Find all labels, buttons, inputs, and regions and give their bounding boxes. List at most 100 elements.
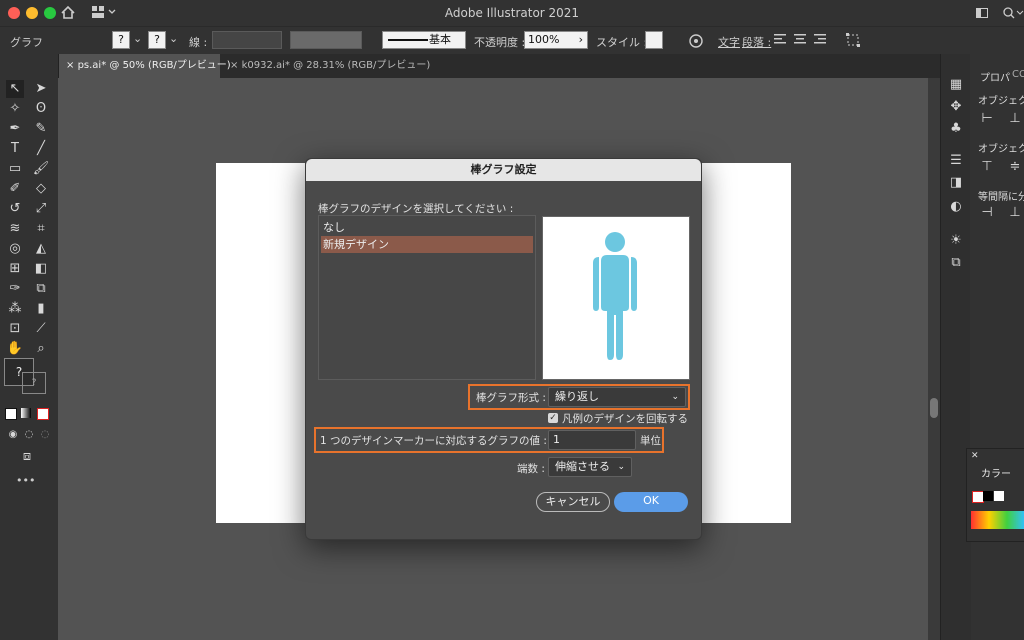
white-swatch[interactable] [994,491,1004,501]
column-design-dialog: 棒グラフ設定 棒グラフのデザインを選択してください : なし 新規デザイン 棒グ… [305,158,702,540]
graphic-styles-icon[interactable]: ⧉ [947,254,965,272]
control-bar: グラフ ? ⌄ ? ⌄ 線 : 基本 不透明度 : 100% › スタイル : 文… [0,26,1024,56]
brush-style-label: 基本 [429,33,451,46]
color-spectrum[interactable] [971,511,1024,529]
stroke-weight-input[interactable] [212,31,282,49]
stroke-swatch[interactable]: ? [148,31,166,49]
search-icon[interactable] [1002,6,1024,20]
symbol-sprayer-tool-icon[interactable]: ⁂ [6,300,24,318]
paragraph-panel-link[interactable]: 段落 : [742,34,771,50]
stroke-dropdown-chevron-icon[interactable]: ⌄ [169,32,178,45]
appearance-panel-icon[interactable]: ☀ [947,232,965,250]
opacity-arrow-icon[interactable]: › [579,32,583,48]
tab-properties[interactable]: プロパ [980,69,1010,84]
transparency-panel-icon[interactable]: ◐ [947,198,965,216]
curvature-tool-icon[interactable]: ✎ [32,120,50,138]
fraction-select[interactable]: 伸縮させる ⌄ [548,457,632,477]
rectangle-tool-icon[interactable]: ▭ [6,160,24,178]
draw-inside-icon[interactable]: ◌ [36,426,54,444]
properties-panel: プロパ CC オブジェク オブジェク 等間隔に分 ⊢ ⊥ ⊤ ≑ ⊣ ⊥ [970,54,1024,454]
tab-ps-ai[interactable]: × ps.ai* @ 50% (RGB/プレビュー) [58,54,231,78]
symbols-icon[interactable]: ♣ [947,120,965,138]
scale-tool-icon[interactable]: ⤢ [32,200,50,218]
line-tool-icon[interactable]: ╱ [32,140,50,158]
rotate-legend-checkbox[interactable]: ✓ [548,413,558,423]
zoom-tool-icon[interactable]: ⌕ [32,340,50,358]
brush-definition-dropdown[interactable]: 基本 [382,31,466,49]
paintbrush-tool-icon[interactable]: 🖌 [32,160,50,178]
panel-icon-strip: ▦ ✥ ♣ ☰ ◨ ◐ ☀ ⧉ [940,54,971,640]
artboard-tool-icon[interactable]: ⊡ [6,320,24,338]
column-type-select[interactable]: 繰り返し ⌄ [548,387,686,407]
selected-object-type: グラフ [10,36,43,49]
magic-wand-tool-icon[interactable]: ✧ [6,100,24,118]
fraction-label: 端数 : [517,463,545,475]
stroke-panel-icon[interactable]: ☰ [947,152,965,170]
graphic-style-swatch[interactable] [645,31,663,49]
eraser-tool-icon[interactable]: ◇ [32,180,50,198]
gradient-mode-icon[interactable] [21,408,31,418]
recolor-artwork-icon[interactable] [688,33,704,49]
align-objects-section-title: オブジェク [978,96,1024,107]
unit-label: 単位 [640,435,661,447]
selection-tool-icon[interactable]: ↖ [6,80,24,98]
hand-tool-icon[interactable]: ✋ [6,340,24,358]
pen-tool-icon[interactable]: ✒ [6,120,24,138]
stroke-color-box[interactable]: ? [22,372,46,394]
panel-close-icon[interactable]: ✕ [971,451,979,461]
screen-mode-icon[interactable]: ⧈ [18,448,36,466]
list-item[interactable]: なし [321,219,533,236]
transform-icon[interactable] [846,33,860,47]
tab-k0932-ai[interactable]: × k0932.ai* @ 28.31% (RGB/プレビュー) [222,54,430,78]
libraries-icon[interactable]: ▦ [947,76,965,94]
color-mode-icon[interactable] [5,408,17,420]
chevron-down-icon: ⌄ [617,462,625,472]
direct-selection-tool-icon[interactable]: ➤ [32,80,50,98]
ok-button[interactable]: OK [614,492,688,512]
design-list[interactable]: なし 新規デザイン [318,215,536,380]
tab-close-icon[interactable]: × [66,60,78,71]
more-tools-icon[interactable]: ••• [16,474,35,487]
slice-tool-icon[interactable]: ⟋ [32,320,50,338]
shape-builder-tool-icon[interactable]: ◎ [6,240,24,258]
distribute-center-icon[interactable]: ≑ [1006,158,1024,176]
distribute-spacing-v-icon[interactable]: ⊥ [1006,204,1024,222]
align-buttons[interactable] [774,34,832,47]
type-tool-icon[interactable]: T [6,140,24,158]
mesh-tool-icon[interactable]: ⊞ [6,260,24,278]
align-left-icon[interactable]: ⊢ [978,110,996,128]
tab-close-icon[interactable]: × [230,60,242,71]
gradient-panel-icon[interactable]: ◨ [947,174,965,192]
stroke-line-preview [388,39,428,41]
gradient-tool-icon[interactable]: ◧ [32,260,50,278]
shaper-tool-icon[interactable]: ✐ [6,180,24,198]
align-center-icon[interactable]: ⊥ [1006,110,1024,128]
fill-dropdown-chevron-icon[interactable]: ⌄ [133,32,142,45]
warp-tool-icon[interactable]: ≋ [6,220,24,238]
panel-layout-icon[interactable] [976,8,988,18]
opacity-input[interactable]: 100% › [524,31,588,49]
free-transform-tool-icon[interactable]: ⌗ [32,220,50,238]
variable-width-profile[interactable] [290,31,362,49]
tools-panel: ↖ ➤ ✧ ʘ ✒ ✎ T ╱ ▭ 🖌 ✐ ◇ ↺ ⤢ ≋ ⌗ ◎ ◭ ⊞ ◧ … [0,54,59,640]
cancel-button[interactable]: キャンセル [536,492,610,512]
column-graph-tool-icon[interactable]: ▮ [32,300,50,318]
rotate-tool-icon[interactable]: ↺ [6,200,24,218]
perspective-grid-tool-icon[interactable]: ◭ [32,240,50,258]
character-panel-link[interactable]: 文字 [718,34,740,50]
eyedropper-tool-icon[interactable]: ✑ [6,280,24,298]
brushes-icon[interactable]: ✥ [947,98,965,116]
lasso-tool-icon[interactable]: ʘ [32,100,50,118]
fraction-value: 伸縮させる [555,460,610,473]
none-mode-icon[interactable] [37,408,49,420]
black-swatch[interactable] [983,491,993,501]
each-design-input[interactable]: 1 [548,430,636,450]
vertical-scroll-thumb[interactable] [930,398,938,418]
distribute-spacing-h-icon[interactable]: ⊣ [978,204,996,222]
vertical-scrollbar[interactable] [928,78,940,640]
distribute-top-icon[interactable]: ⊤ [978,158,996,176]
tab-cc[interactable]: CC [1012,69,1024,80]
blend-tool-icon[interactable]: ⧉ [32,280,50,298]
fill-swatch[interactable]: ? [112,31,130,49]
list-item-selected[interactable]: 新規デザイン [321,236,533,253]
